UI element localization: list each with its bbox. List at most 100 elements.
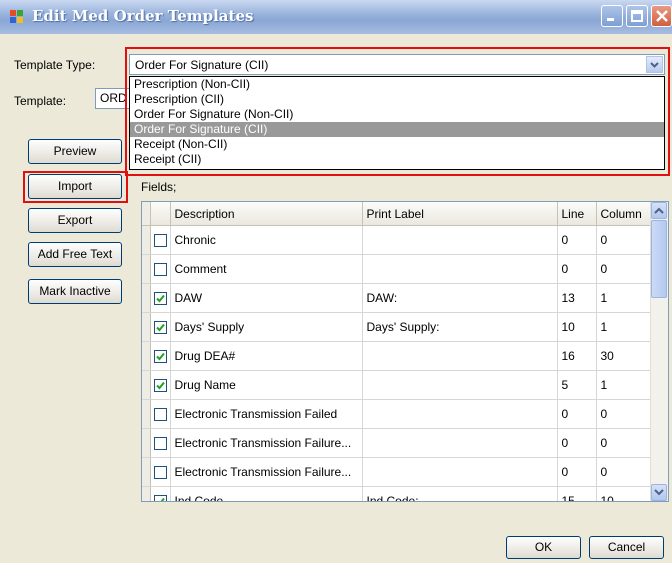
row-header[interactable]: [142, 428, 151, 458]
include-checkbox-cell[interactable]: [150, 225, 171, 255]
cell-line[interactable]: 16: [557, 341, 597, 371]
include-checkbox-cell[interactable]: [150, 312, 171, 342]
row-header[interactable]: [142, 341, 151, 371]
row-header[interactable]: [142, 225, 151, 255]
table-row[interactable]: Drug DEA# 16 30: [142, 341, 653, 371]
cell-line[interactable]: 5: [557, 370, 597, 400]
unchecked-checkbox[interactable]: [153, 263, 167, 277]
cell-column[interactable]: 10: [596, 486, 653, 501]
checked-checkbox[interactable]: [153, 292, 167, 306]
fields-grid[interactable]: Description Print Label Line Column Chro…: [141, 201, 669, 502]
cell-line[interactable]: 0: [557, 457, 597, 487]
mark-inactive-button[interactable]: Mark Inactive: [28, 279, 122, 304]
cell-description[interactable]: Days' Supply: [170, 312, 363, 342]
cell-column[interactable]: 1: [596, 370, 653, 400]
row-header[interactable]: [142, 457, 151, 487]
dropdown-arrow-button[interactable]: [646, 56, 663, 73]
cell-description[interactable]: Electronic Transmission Failure...: [170, 457, 363, 487]
cell-line[interactable]: 0: [557, 225, 597, 255]
include-checkbox-cell[interactable]: [150, 428, 171, 458]
scroll-thumb[interactable]: [651, 220, 667, 298]
cell-print-label[interactable]: [362, 254, 558, 284]
row-header[interactable]: [142, 312, 151, 342]
cancel-button[interactable]: Cancel: [589, 536, 664, 559]
include-checkbox-cell[interactable]: [150, 457, 171, 487]
cell-description[interactable]: Ind Code: [170, 486, 363, 501]
cell-description[interactable]: DAW: [170, 283, 363, 313]
cell-line[interactable]: 13: [557, 283, 597, 313]
row-header[interactable]: [142, 254, 151, 284]
add-free-text-button[interactable]: Add Free Text: [28, 242, 122, 267]
checked-checkbox[interactable]: [153, 321, 167, 335]
unchecked-checkbox[interactable]: [153, 234, 167, 248]
cell-column[interactable]: 0: [596, 428, 653, 458]
import-button[interactable]: Import: [28, 174, 122, 199]
close-button[interactable]: [651, 5, 672, 27]
title-bar[interactable]: Edit Med Order Templates: [0, 0, 672, 34]
cell-print-label[interactable]: Ind Code:: [362, 486, 558, 501]
cell-print-label[interactable]: Days' Supply:: [362, 312, 558, 342]
cell-line[interactable]: 0: [557, 254, 597, 284]
cell-line[interactable]: 0: [557, 399, 597, 429]
column-header-description[interactable]: Description: [170, 202, 363, 226]
minimize-button[interactable]: [601, 5, 623, 27]
template-type-combobox[interactable]: Order For Signature (CII): [129, 54, 665, 75]
checked-checkbox[interactable]: [153, 350, 167, 364]
cell-column[interactable]: 0: [596, 225, 653, 255]
cell-description[interactable]: Comment: [170, 254, 363, 284]
ok-button[interactable]: OK: [506, 536, 581, 559]
checked-checkbox[interactable]: [153, 495, 167, 501]
dropdown-option[interactable]: Receipt (Non-CII): [130, 137, 664, 152]
cell-print-label[interactable]: [362, 341, 558, 371]
table-row[interactable]: Days' Supply Days' Supply: 10 1: [142, 312, 653, 342]
scroll-down-button[interactable]: [651, 484, 667, 501]
cell-print-label[interactable]: DAW:: [362, 283, 558, 313]
table-row[interactable]: Comment 0 0: [142, 254, 653, 284]
include-checkbox-cell[interactable]: [150, 341, 171, 371]
cell-print-label[interactable]: [362, 399, 558, 429]
scroll-up-button[interactable]: [651, 202, 667, 219]
row-header[interactable]: [142, 399, 151, 429]
cell-column[interactable]: 1: [596, 283, 653, 313]
export-button[interactable]: Export: [28, 208, 122, 233]
cell-description[interactable]: Electronic Transmission Failure...: [170, 428, 363, 458]
cell-column[interactable]: 0: [596, 399, 653, 429]
row-header[interactable]: [142, 283, 151, 313]
table-row[interactable]: Electronic Transmission Failure... 0 0: [142, 457, 653, 487]
vertical-scrollbar[interactable]: [650, 202, 668, 501]
maximize-button[interactable]: [626, 5, 648, 27]
include-checkbox-cell[interactable]: [150, 283, 171, 313]
cell-line[interactable]: 15: [557, 486, 597, 501]
cell-column[interactable]: 30: [596, 341, 653, 371]
cell-column[interactable]: 1: [596, 312, 653, 342]
cell-description[interactable]: Chronic: [170, 225, 363, 255]
table-row[interactable]: Electronic Transmission Failed 0 0: [142, 399, 653, 429]
include-checkbox-cell[interactable]: [150, 370, 171, 400]
cell-print-label[interactable]: [362, 428, 558, 458]
cell-line[interactable]: 0: [557, 428, 597, 458]
table-row[interactable]: Electronic Transmission Failure... 0 0: [142, 428, 653, 458]
cell-print-label[interactable]: [362, 225, 558, 255]
row-header[interactable]: [142, 486, 151, 501]
cell-column[interactable]: 0: [596, 254, 653, 284]
dropdown-option[interactable]: Receipt (CII): [130, 152, 664, 167]
dropdown-option[interactable]: Order For Signature (Non-CII): [130, 107, 664, 122]
unchecked-checkbox[interactable]: [153, 466, 167, 480]
dropdown-option[interactable]: Prescription (Non-CII): [130, 77, 664, 92]
table-row[interactable]: Drug Name 5 1: [142, 370, 653, 400]
cell-description[interactable]: Drug DEA#: [170, 341, 363, 371]
include-checkbox-cell[interactable]: [150, 486, 171, 501]
table-row[interactable]: Chronic 0 0: [142, 225, 653, 255]
table-row[interactable]: Ind Code Ind Code: 15 10: [142, 486, 653, 501]
row-header[interactable]: [142, 370, 151, 400]
cell-line[interactable]: 10: [557, 312, 597, 342]
column-header-column[interactable]: Column: [596, 202, 653, 226]
unchecked-checkbox[interactable]: [153, 408, 167, 422]
cell-description[interactable]: Drug Name: [170, 370, 363, 400]
cell-column[interactable]: 0: [596, 457, 653, 487]
include-checkbox-cell[interactable]: [150, 399, 171, 429]
dropdown-option-selected[interactable]: Order For Signature (CII): [130, 122, 664, 137]
include-checkbox-cell[interactable]: [150, 254, 171, 284]
column-header-print-label[interactable]: Print Label: [362, 202, 558, 226]
table-row[interactable]: DAW DAW: 13 1: [142, 283, 653, 313]
